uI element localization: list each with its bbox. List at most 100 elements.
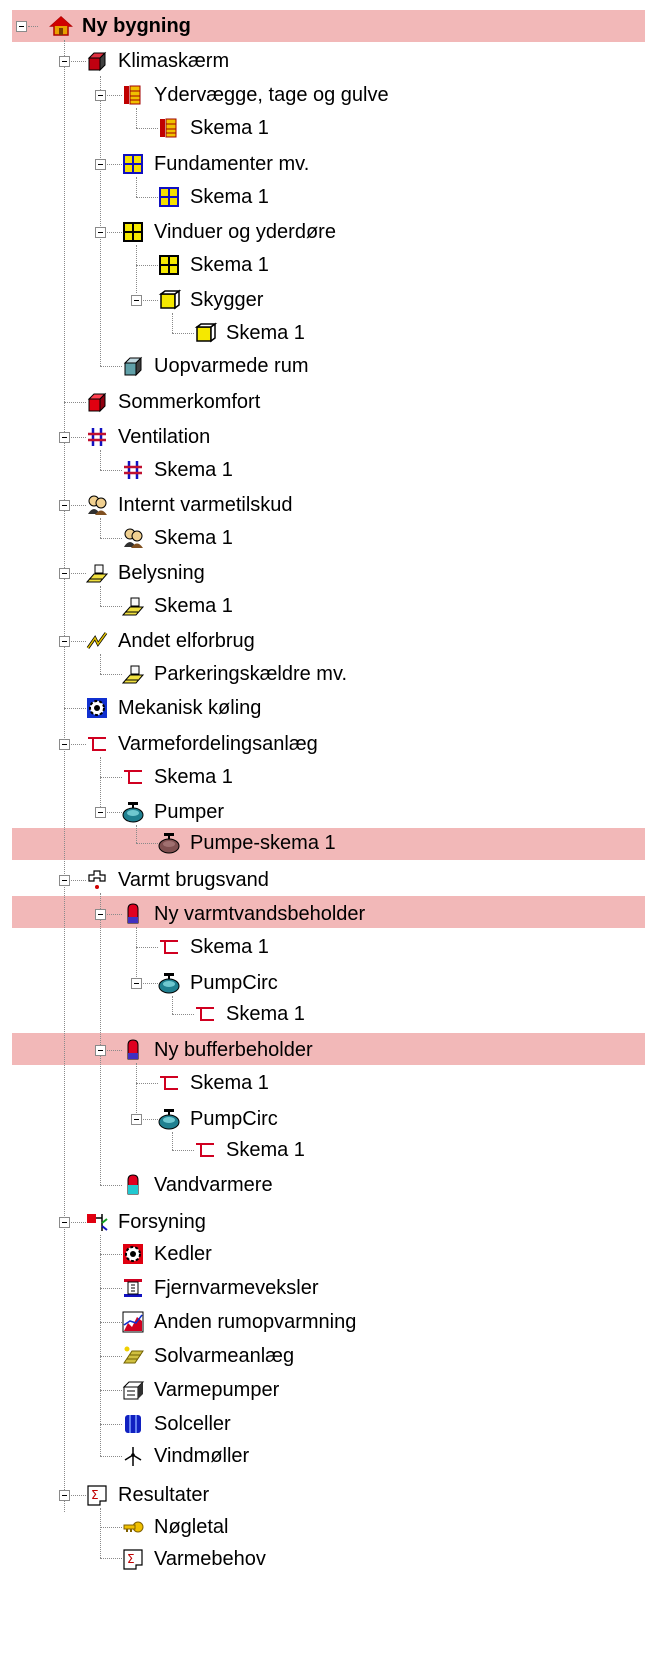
connector-horizontal xyxy=(172,1014,194,1015)
connector-horizontal xyxy=(143,300,158,301)
tree-node-kedler[interactable]: Kedler xyxy=(122,1236,212,1272)
tree-node-uopvarmede[interactable]: Uopvarmede rum xyxy=(122,348,309,384)
tree-node-solvarme[interactable]: Solvarmeanlæg xyxy=(122,1338,294,1374)
expand-toggle-varmt-brugsvand[interactable] xyxy=(59,875,70,886)
expand-toggle-klimaskaerm[interactable] xyxy=(59,56,70,67)
connector-horizontal xyxy=(100,1456,122,1457)
tree-node-mekanisk[interactable]: Mekanisk køling xyxy=(86,690,261,726)
tree-node-ventilation-skema[interactable]: Skema 1 xyxy=(122,452,233,488)
tree-node-sommerkomfort[interactable]: Sommerkomfort xyxy=(86,384,260,420)
connector-vertical xyxy=(64,40,65,1512)
connector-horizontal xyxy=(143,1119,158,1120)
tree-node-vinduer-skema[interactable]: Skema 1 xyxy=(158,247,269,283)
tree-node-internt-skema[interactable]: Skema 1 xyxy=(122,520,233,556)
connector-horizontal xyxy=(100,1558,122,1559)
tree-node-pumpcirc-2-skema[interactable]: Skema 1 xyxy=(194,1132,305,1168)
tree-node-varmefordeling-skema[interactable]: Skema 1 xyxy=(122,759,233,795)
tree-node-vinduer[interactable]: Vinduer og yderdøre xyxy=(122,214,336,250)
connector-horizontal xyxy=(100,1254,122,1255)
tree-node-label: Ventilation xyxy=(118,426,211,448)
tree-node-root[interactable]: Ny bygning xyxy=(49,8,191,44)
expand-toggle-vinduer[interactable] xyxy=(95,227,106,238)
tree-node-ydervaegge[interactable]: Ydervægge, tage og gulve xyxy=(122,77,389,113)
tree-node-label: Nøgletal xyxy=(154,1516,229,1538)
tree-node-forsyning[interactable]: Forsyning xyxy=(86,1204,206,1240)
expand-toggle-forsyning[interactable] xyxy=(59,1217,70,1228)
tree-node-ny-varmtvand-skema[interactable]: Skema 1 xyxy=(158,929,269,965)
tree-node-ny-buffer-skema[interactable]: Skema 1 xyxy=(158,1065,269,1101)
pipe-icon xyxy=(160,940,178,954)
connector-horizontal xyxy=(64,708,86,709)
tree-node-internt[interactable]: Internt varmetilskud xyxy=(86,487,293,523)
tree-node-noegletal[interactable]: Nøgletal xyxy=(122,1509,228,1545)
tree-node-ny-varmtvand[interactable]: Ny varmtvandsbeholder xyxy=(122,896,365,932)
tree-node-andet[interactable]: Andet elforbrug xyxy=(86,623,255,659)
water-tank-icon xyxy=(127,903,139,924)
expand-toggle-skygger[interactable] xyxy=(131,295,142,306)
tree-node-label: Solceller xyxy=(154,1413,231,1435)
tree-node-ventilation[interactable]: Ventilation xyxy=(86,419,210,455)
expand-toggle-ventilation[interactable] xyxy=(59,432,70,443)
connector-horizontal xyxy=(71,880,86,881)
expand-toggle-ny-buffer[interactable] xyxy=(95,1045,106,1056)
tree-node-fundamenter[interactable]: Fundamenter mv. xyxy=(122,146,309,182)
tree-node-label: Kedler xyxy=(154,1243,212,1265)
connector-horizontal xyxy=(100,366,122,367)
tree-node-skygger[interactable]: Skygger xyxy=(158,282,263,318)
tree-node-resultater[interactable]: Σ Resultater xyxy=(86,1477,209,1513)
tree-node-label: Internt varmetilskud xyxy=(118,494,293,516)
tree-node-ydervaegge-skema[interactable]: Skema 1 xyxy=(158,110,269,146)
expand-toggle-root[interactable] xyxy=(16,21,27,32)
tree-node-label: Skema 1 xyxy=(190,254,269,276)
ventilation-icon xyxy=(124,461,142,479)
expand-toggle-internt[interactable] xyxy=(59,500,70,511)
tree-node-pumpcirc-skema[interactable]: Skema 1 xyxy=(194,996,305,1032)
expand-toggle-ydervaegge[interactable] xyxy=(95,90,106,101)
cube-icon xyxy=(87,51,107,72)
tree-node-belysning-skema[interactable]: Skema 1 xyxy=(121,588,233,624)
tree-node-pumpe-skema[interactable]: Pumpe-skema 1 xyxy=(158,825,336,861)
expand-toggle-belysning[interactable] xyxy=(59,568,70,579)
tree-node-varmt-brugsvand[interactable]: Varmt brugsvand xyxy=(86,862,269,898)
tree-node-vandvarmere[interactable]: Vandvarmere xyxy=(122,1167,273,1203)
window-icon xyxy=(159,255,179,275)
tree-node-label: Fundamenter mv. xyxy=(154,153,310,175)
expand-toggle-pumper[interactable] xyxy=(95,807,106,818)
tree-node-solceller[interactable]: Solceller xyxy=(122,1406,231,1442)
tree-node-ny-buffer[interactable]: Ny bufferbeholder xyxy=(122,1032,313,1068)
tree-node-varmefordeling[interactable]: Varmefordelingsanlæg xyxy=(86,726,318,762)
tree-node-label: Varmefordelingsanlæg xyxy=(118,733,318,755)
expand-toggle-pumpcirc[interactable] xyxy=(131,978,142,989)
tree-node-varmepumper[interactable]: Varmepumper xyxy=(122,1372,279,1408)
tree-node-label: Skema 1 xyxy=(190,936,269,958)
tree-node-label: Skema 1 xyxy=(226,322,305,344)
connector-vertical xyxy=(136,1063,137,1117)
tree-node-label: Skema 1 xyxy=(154,595,233,617)
tree-node-label: Andet elforbrug xyxy=(118,630,255,652)
water-tank-icon xyxy=(127,1039,139,1060)
expand-toggle-fundamenter[interactable] xyxy=(95,159,106,170)
expand-toggle-ny-varmtvand[interactable] xyxy=(95,909,106,920)
tree-node-label: Resultater xyxy=(118,1484,210,1506)
tree-node-klimaskaerm[interactable]: Klimaskærm xyxy=(86,43,229,79)
expand-toggle-pumpcirc-2[interactable] xyxy=(131,1114,142,1125)
tree-node-vindmoller[interactable]: Vindmøller xyxy=(122,1438,249,1474)
tree-node-parkering[interactable]: Parkeringskældre mv. xyxy=(121,656,347,692)
expand-toggle-varmefordeling[interactable] xyxy=(59,739,70,750)
tree-node-skygger-skema[interactable]: Skema 1 xyxy=(194,315,305,351)
cube-icon xyxy=(87,392,107,413)
tree-node-label: Vindmøller xyxy=(154,1445,250,1467)
tree-node-belysning[interactable]: Belysning xyxy=(85,555,205,591)
connector-horizontal xyxy=(172,333,194,334)
tree-node-anden-rum[interactable]: Anden rumopvarmning xyxy=(122,1304,356,1340)
connector-horizontal xyxy=(136,843,158,844)
tree-node-fundamenter-skema[interactable]: Skema 1 xyxy=(158,179,269,215)
expand-toggle-resultater[interactable] xyxy=(59,1490,70,1501)
pump-icon xyxy=(158,833,180,854)
expand-toggle-andet[interactable] xyxy=(59,636,70,647)
connector-horizontal xyxy=(71,61,86,62)
connector-horizontal xyxy=(64,402,86,403)
tree-node-label: Varmebehov xyxy=(154,1548,266,1570)
tree-node-fjernvarme[interactable]: Fjernvarmeveksler xyxy=(122,1270,318,1306)
tree-node-varmebehov[interactable]: Σ Varmebehov xyxy=(122,1541,266,1577)
